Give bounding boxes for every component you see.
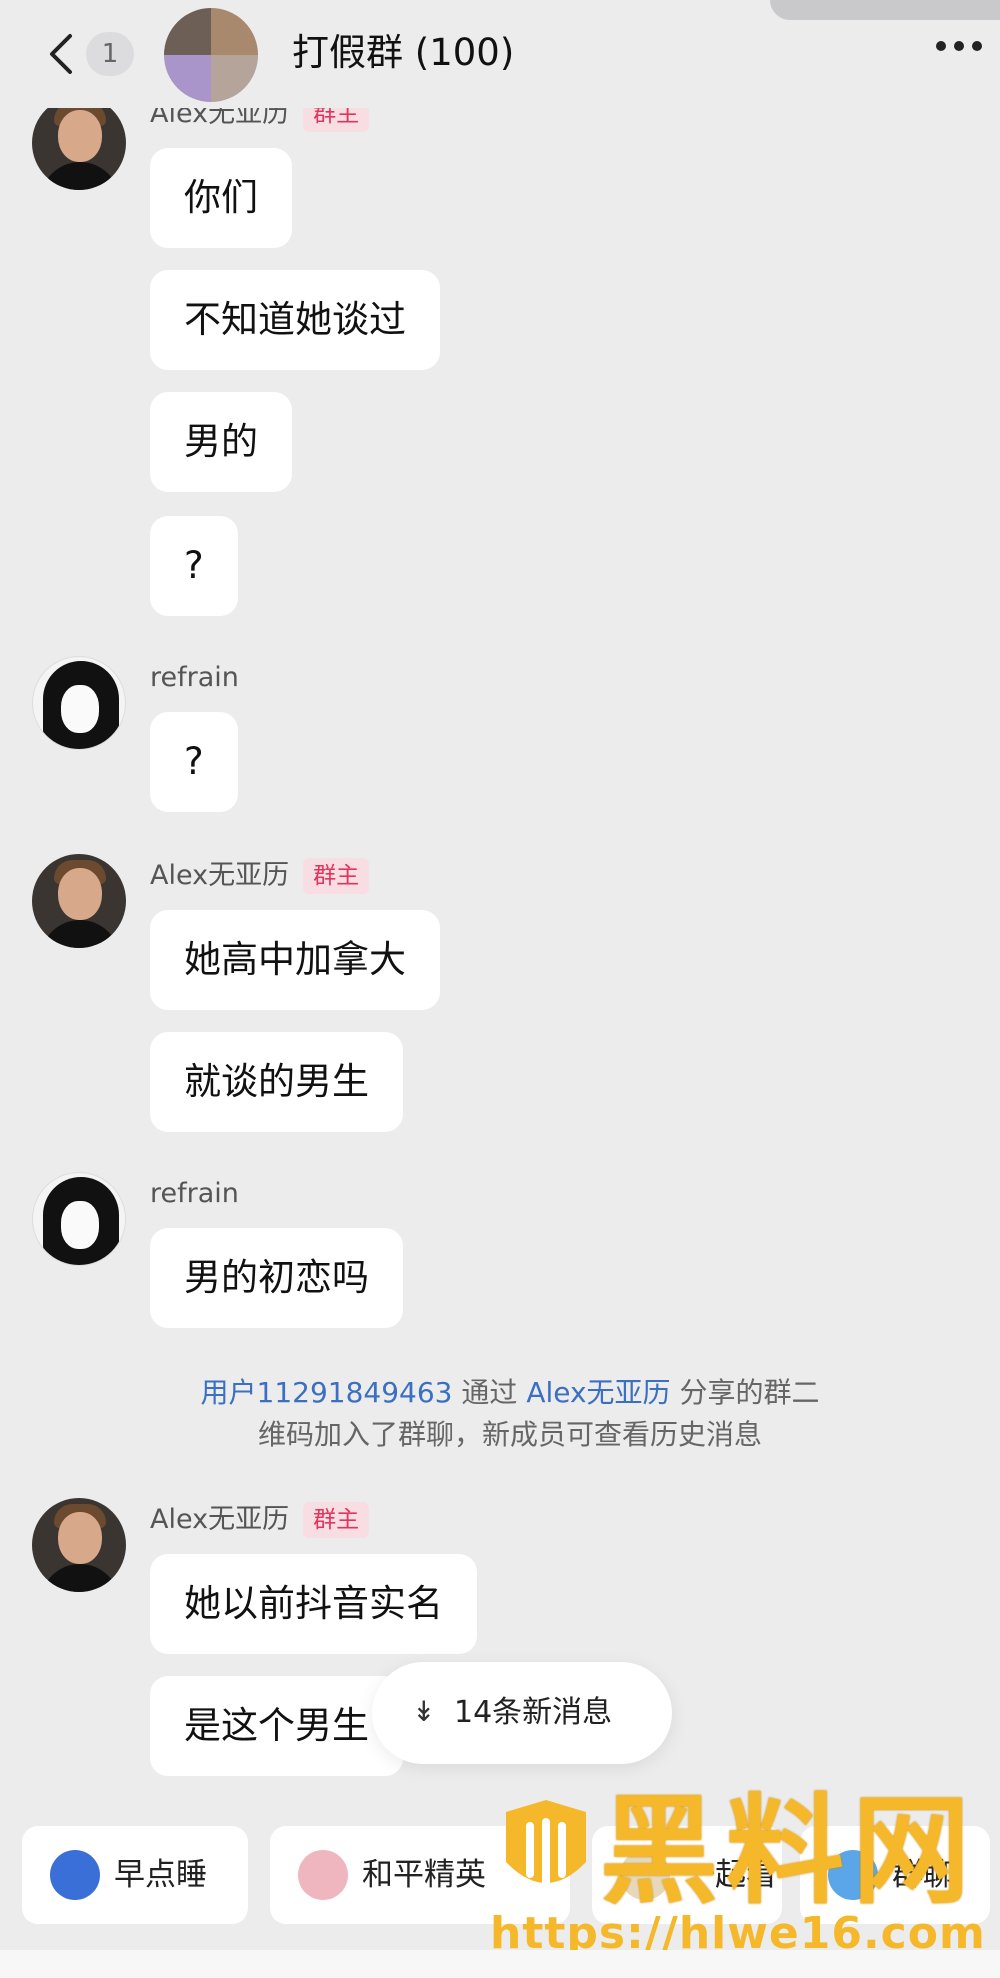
avatar-face [58, 868, 102, 920]
unread-count-badge: 1 [86, 32, 134, 76]
avatar-face [61, 685, 99, 733]
shortcut-chip[interactable]: 早点睡 [22, 1826, 248, 1924]
sender-name: refrain [150, 662, 239, 693]
system-text: 维码加入了群聊，新成员可查看历史消息 [257, 1418, 762, 1451]
back-button[interactable] [40, 28, 84, 80]
more-dot-icon [954, 41, 964, 51]
message-bubble[interactable]: ? [150, 712, 238, 812]
message-bubble[interactable]: 是这个男生 [150, 1676, 403, 1776]
avatar-shirt [40, 920, 120, 948]
message-bubble[interactable]: 她以前抖音实名 [150, 1554, 477, 1654]
group-avatar[interactable] [164, 8, 258, 102]
more-dot-icon [972, 41, 982, 51]
chat-header: 1 打假群 (100) [0, 0, 1000, 108]
owner-badge: 群主 [303, 858, 370, 894]
group-avatar-tile [164, 55, 211, 102]
sender-name: Alex无亚历 群主 [150, 858, 370, 894]
message-bubble[interactable]: 你们 [150, 148, 292, 248]
chip-label: 和平精英 [362, 1857, 486, 1893]
avatar-shirt [40, 162, 120, 190]
chevron-left-icon [50, 34, 72, 74]
moon-icon [50, 1850, 100, 1900]
more-options-button[interactable] [936, 36, 996, 66]
message-bubble[interactable]: ? [150, 516, 238, 616]
chip-label: 早点睡 [114, 1857, 207, 1893]
system-text: 通过 [461, 1376, 518, 1409]
avatar-alex[interactable] [32, 1498, 126, 1592]
avatar-face [58, 110, 102, 162]
sender-name: refrain [150, 1178, 239, 1209]
avatar-face [61, 1201, 99, 1249]
message-bubble[interactable]: 不知道她谈过 [150, 270, 440, 370]
group-title[interactable]: 打假群 (100) [292, 28, 514, 78]
message-input-bar[interactable] [0, 1950, 1000, 1978]
avatar-face [58, 1512, 102, 1564]
inviter-link[interactable]: Alex无亚历 [526, 1376, 670, 1409]
sender-label: Alex无亚历 [150, 1504, 290, 1535]
group-avatar-tile [164, 8, 211, 55]
message-bubble[interactable]: 男的 [150, 392, 292, 492]
group-avatar-tile [211, 55, 258, 102]
avatar-shirt [40, 1564, 120, 1592]
avatar-alex[interactable] [32, 96, 126, 190]
game-icon [298, 1850, 348, 1900]
avatar-refrain[interactable] [32, 656, 126, 750]
system-text: 分享的群二 [679, 1376, 820, 1409]
watermark-brand: 黑料网 [600, 1782, 979, 1920]
owner-badge: 群主 [303, 1502, 370, 1538]
new-messages-button[interactable]: ↡ 14条新消息 [372, 1662, 672, 1764]
new-messages-label: 14条新消息 [454, 1695, 613, 1730]
status-tab [770, 0, 1000, 20]
message-bubble[interactable]: 男的初恋吗 [150, 1228, 403, 1328]
double-chevron-down-icon: ↡ [412, 1695, 436, 1728]
avatar-refrain[interactable] [32, 1172, 126, 1266]
watermark-logo-icon [506, 1800, 586, 1886]
more-dot-icon [936, 41, 946, 51]
message-bubble[interactable]: 就谈的男生 [150, 1032, 403, 1132]
user-link[interactable]: 用户11291849463 [201, 1376, 453, 1409]
sender-label: Alex无亚历 [150, 860, 290, 891]
system-join-notice: 用户11291849463 通过 Alex无亚历 分享的群二 维码加入了群聊，新… [150, 1372, 870, 1456]
group-avatar-tile [211, 8, 258, 55]
sender-name: Alex无亚历 群主 [150, 1502, 370, 1538]
message-bubble[interactable]: 她高中加拿大 [150, 910, 440, 1010]
avatar-alex[interactable] [32, 854, 126, 948]
